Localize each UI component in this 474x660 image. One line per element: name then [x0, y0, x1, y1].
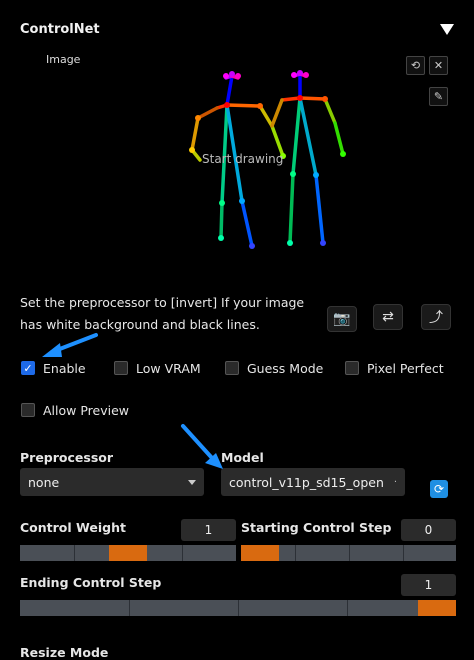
image-label: Image — [46, 53, 81, 66]
enable-checkbox[interactable]: ✓ — [21, 361, 35, 375]
collapse-triangle-icon[interactable] — [440, 24, 454, 35]
model-value: control_v11p_sd15_open — [229, 474, 384, 490]
guess-mode-label: Guess Mode — [247, 361, 324, 376]
refresh-models-icon[interactable]: ⟳ — [430, 480, 448, 498]
guess-mode-checkbox[interactable] — [225, 361, 239, 375]
slider-thumb[interactable] — [418, 600, 456, 616]
ending-step-slider[interactable] — [20, 600, 456, 616]
ending-step-input[interactable]: 1 — [401, 574, 456, 596]
pixel-perfect-checkbox[interactable] — [345, 361, 359, 375]
enable-label: Enable — [43, 361, 86, 376]
starting-step-input[interactable]: 0 — [401, 519, 456, 541]
low-vram-checkbox[interactable] — [114, 361, 128, 375]
resize-mode-label: Resize Mode — [20, 645, 109, 660]
starting-step-label: Starting Control Step — [241, 520, 392, 535]
ending-step-label: Ending Control Step — [20, 575, 162, 590]
pose-canvas[interactable] — [10, 68, 464, 268]
slider-thumb[interactable] — [109, 545, 147, 561]
chevron-down-icon: · — [393, 476, 397, 488]
slider-thumb[interactable] — [241, 545, 279, 561]
camera-icon[interactable]: 📷 — [327, 306, 357, 332]
send-dimensions-icon[interactable]: ⤴ — [421, 304, 451, 330]
arrow-annotation-icon — [42, 333, 98, 357]
preprocessor-label: Preprocessor — [20, 450, 114, 465]
allow-preview-label: Allow Preview — [43, 403, 129, 418]
arrow-annotation-icon — [181, 424, 223, 469]
allow-preview-checkbox[interactable] — [21, 403, 35, 417]
preprocessor-select[interactable]: none — [20, 468, 204, 496]
control-weight-slider[interactable] — [20, 545, 236, 561]
swap-icon[interactable]: ⇄ — [373, 304, 403, 330]
starting-step-slider[interactable] — [241, 545, 456, 561]
low-vram-label: Low VRAM — [136, 361, 201, 376]
chevron-down-icon — [188, 479, 196, 485]
control-weight-input[interactable]: 1 — [181, 519, 236, 541]
pixel-perfect-label: Pixel Perfect — [367, 361, 444, 376]
model-select[interactable]: control_v11p_sd15_open · — [221, 468, 405, 496]
panel-title: ControlNet — [20, 22, 100, 37]
control-weight-label: Control Weight — [20, 520, 126, 535]
preprocessor-value: none — [28, 474, 60, 490]
canvas-placeholder: Start drawing — [202, 152, 284, 166]
